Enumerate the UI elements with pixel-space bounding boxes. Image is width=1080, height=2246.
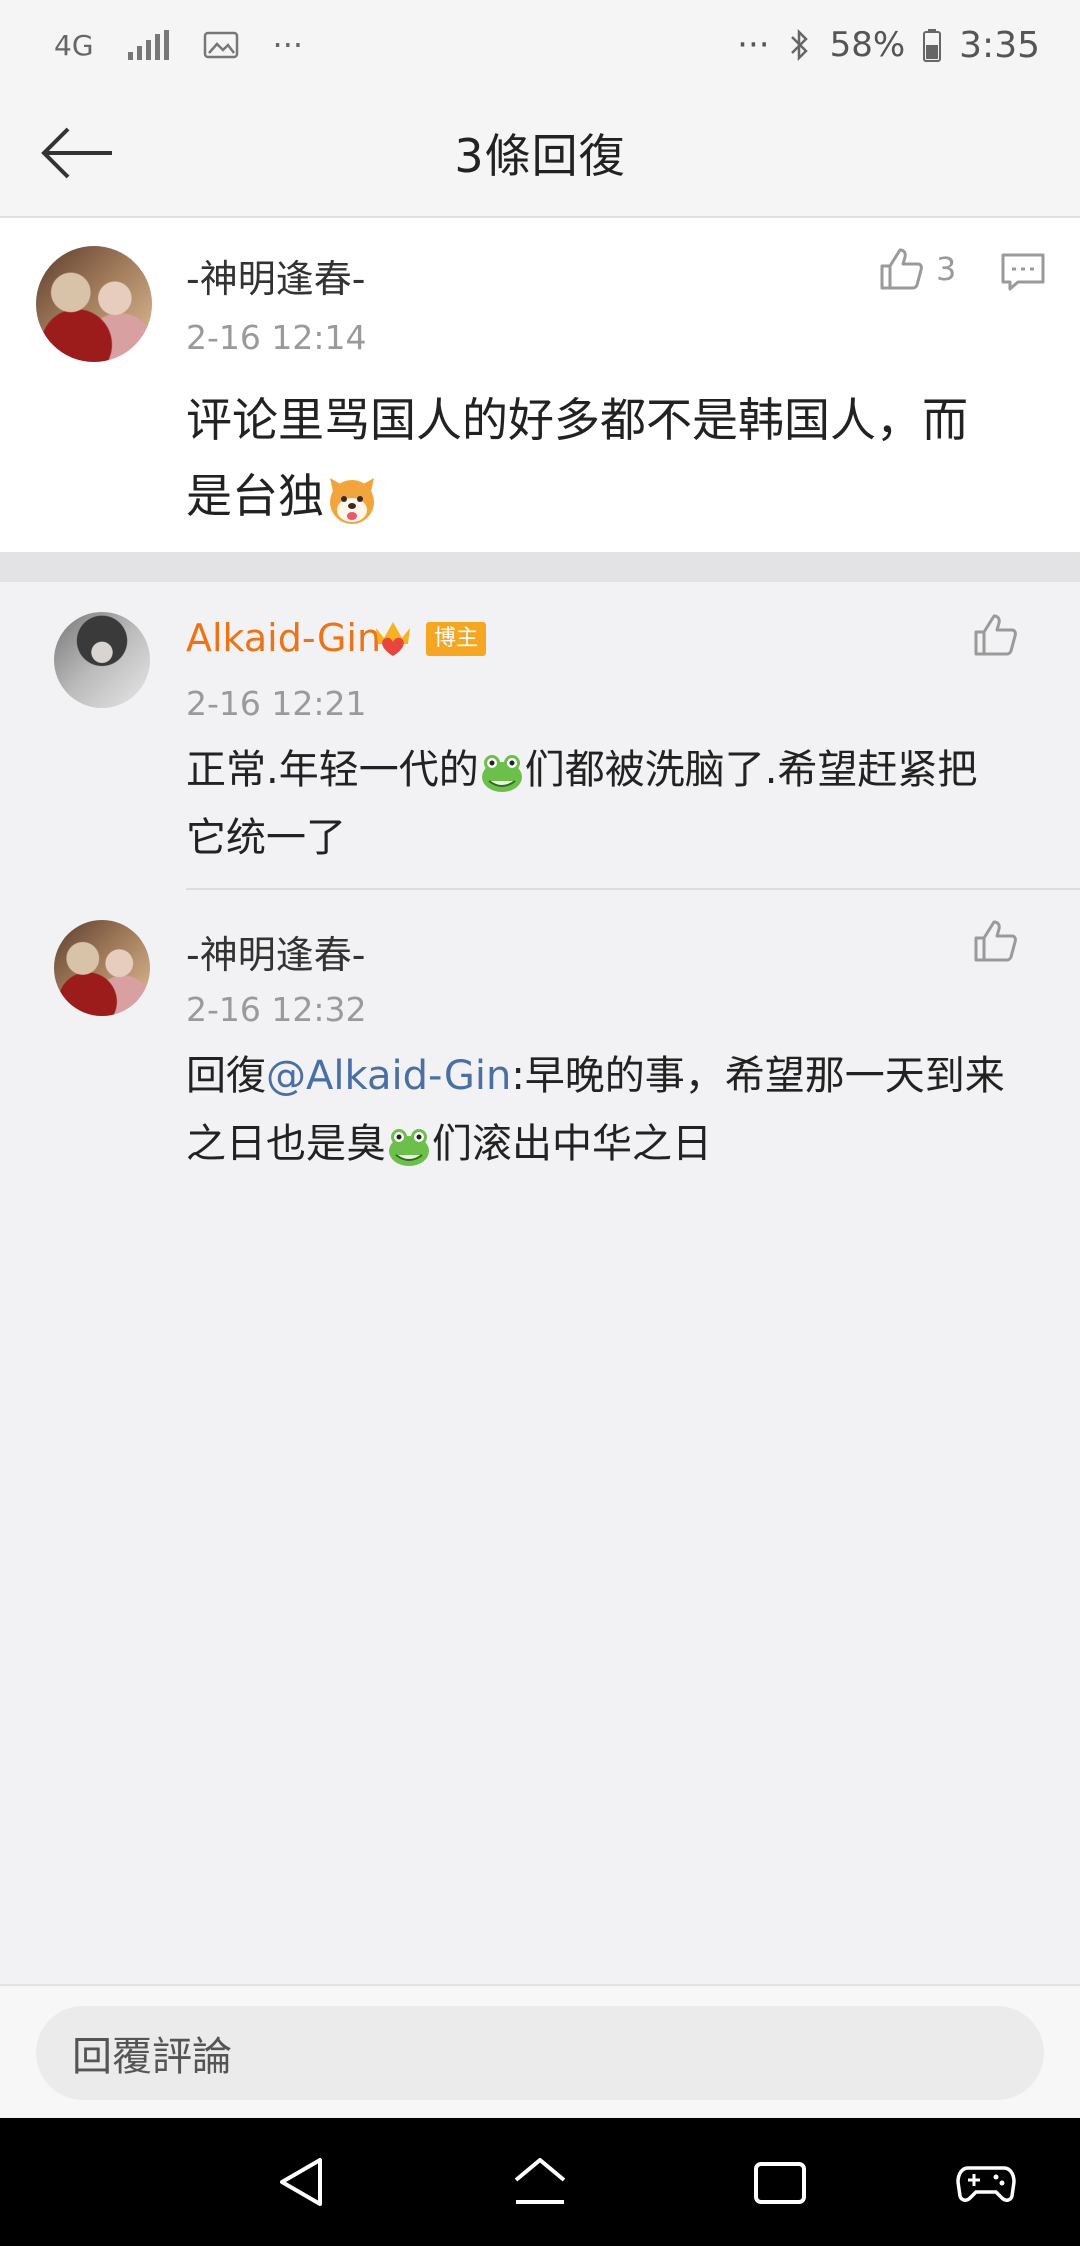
battery-percent: 58%: [829, 25, 906, 65]
screen: 4G ··· ··· 58% 3:35 3條回復 -神明逢春- 2-16 12:…: [0, 0, 1080, 2246]
more-icon: ···: [272, 26, 304, 64]
reply-input[interactable]: 回覆評論: [36, 2006, 1044, 2100]
like-button[interactable]: 3: [878, 246, 956, 292]
divider: [186, 888, 1080, 890]
avatar[interactable]: [36, 246, 152, 362]
comment-text-fragment: 是台独: [186, 469, 324, 523]
author-badge: 博主: [426, 622, 487, 656]
frog-emoji-icon: [389, 1129, 429, 1166]
replies-list: Alkaid-Gin 博主 2-16 12:21 正常.年轻一代的 们都被洗脑了…: [0, 582, 1080, 1984]
clock: 3:35: [959, 24, 1040, 66]
comment-text-line: 是台独: [186, 458, 1046, 534]
main-comment: -神明逢春- 2-16 12:14 3 评论里骂国人的好多都不是韩国人，而 是台…: [0, 218, 1080, 552]
reply-author[interactable]: -神明逢春-: [186, 924, 365, 979]
system-nav-bar: [0, 2118, 1080, 2246]
reply-text-line: 之日也是臭 们滚出中华之日: [186, 1110, 1066, 1178]
back-arrow-icon: [41, 127, 112, 179]
bluetooth-icon: [790, 28, 808, 62]
reply-time: 2-16 12:21: [186, 684, 367, 723]
more-icon: ···: [737, 25, 770, 65]
thumbs-up-icon: [974, 614, 1017, 656]
status-bar: 4G ··· ··· 58% 3:35: [0, 0, 1080, 90]
like-count: 3: [936, 250, 957, 288]
avatar[interactable]: [54, 920, 150, 1016]
comment-text-line: 评论里骂国人的好多都不是韩国人，而: [186, 393, 968, 447]
reply-prefix: 回復: [186, 1053, 266, 1099]
reply-text-line: 回復@Alkaid-Gin:早晚的事，希望那一天到来: [186, 1042, 1066, 1110]
status-left: 4G ···: [54, 26, 303, 64]
header: 3條回復: [0, 90, 1080, 218]
nav-back-icon[interactable]: [272, 2152, 332, 2212]
reply-button[interactable]: [1000, 252, 1046, 296]
crown-heart-icon: [376, 622, 410, 656]
reply-text: 正常.年轻一代的 们都被洗脑了.希望赶紧把 它统一了: [186, 736, 1066, 872]
comment-author[interactable]: -神明逢春-: [186, 248, 365, 303]
like-button[interactable]: [972, 918, 1018, 964]
reply-text-line: 正常.年轻一代的 们都被洗脑了.希望赶紧把: [186, 736, 1066, 804]
comment-text: 评论里骂国人的好多都不是韩国人，而 是台独: [186, 382, 1046, 534]
frog-emoji-icon: [481, 755, 522, 792]
comment-icon: [1001, 253, 1045, 291]
avatar[interactable]: [54, 612, 150, 708]
like-button[interactable]: [972, 612, 1018, 658]
back-button[interactable]: [40, 118, 120, 188]
image-icon: [203, 31, 238, 59]
dog-emoji-icon: [330, 477, 374, 524]
reply-text-fragment: 们都被洗脑了.希望赶紧把: [524, 747, 978, 793]
reply-text-fragment: 们滚出中华之日: [432, 1121, 712, 1167]
thumbs-up-icon: [974, 920, 1017, 962]
thumbs-up-icon: [880, 248, 923, 290]
battery-icon: [923, 29, 942, 62]
nav-home-icon[interactable]: [510, 2152, 570, 2212]
reply-author[interactable]: Alkaid-Gin: [186, 616, 381, 660]
nav-recents-icon[interactable]: [750, 2152, 810, 2212]
status-right: ··· 58% 3:35: [737, 25, 1040, 66]
reply-time: 2-16 12:32: [186, 990, 367, 1029]
comment-time: 2-16 12:14: [186, 318, 367, 357]
reply-text-fragment: 正常.年轻一代的: [186, 747, 479, 793]
signal-icon: [127, 30, 169, 60]
reply-input-bar: 回覆評論: [0, 1984, 1080, 2118]
reply-text-fragment: :早晚的事，希望那一天到来: [511, 1053, 1005, 1099]
reply-input-placeholder: 回覆評論: [72, 2034, 232, 2080]
reply-text: 回復@Alkaid-Gin:早晚的事，希望那一天到来 之日也是臭 们滚出中华之日: [186, 1042, 1066, 1178]
section-divider: [0, 552, 1080, 582]
gamepad-icon[interactable]: [956, 2152, 1016, 2212]
network-indicator: 4G: [54, 28, 94, 62]
reply-text-fragment: 之日也是臭: [186, 1121, 386, 1167]
mention-link[interactable]: @Alkaid-Gin: [266, 1053, 511, 1099]
page-title: 3條回復: [454, 129, 626, 183]
reply-text-line: 它统一了: [186, 815, 346, 861]
